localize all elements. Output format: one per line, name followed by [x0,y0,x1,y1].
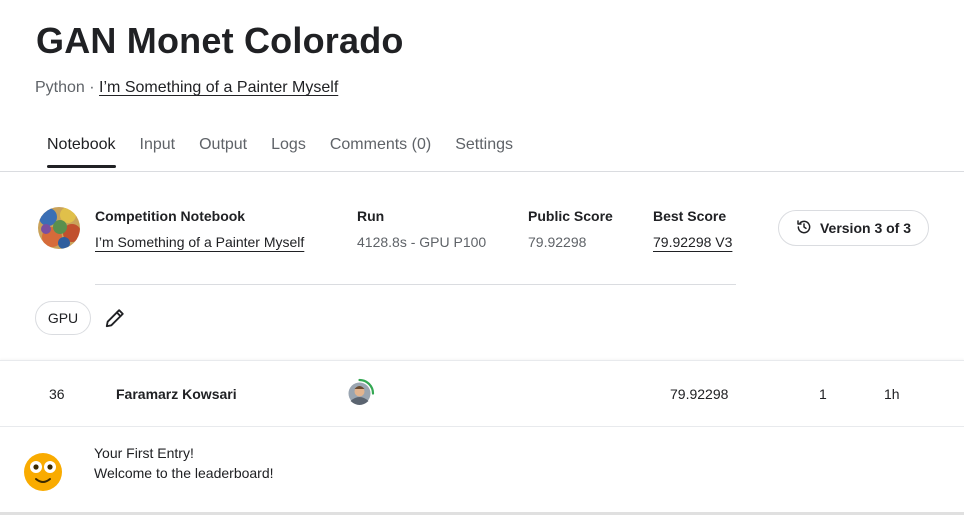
version-label: Version 3 of 3 [819,220,912,236]
competition-label: Competition Notebook [95,208,246,224]
tabs-divider [0,171,964,172]
tab-bar: Notebook Input Output Logs Comments (0) … [35,136,525,168]
subtitle: Python · I’m Something of a Painter Myse… [35,79,338,97]
public-score-value: 79.92298 [528,234,587,250]
leaderboard-entries: 1 [819,386,827,402]
leaderboard-card: 36 Faramarz Kowsari 79.92298 1 1h Your F… [0,360,964,515]
card-bottom-border [0,512,964,515]
info-divider [95,284,736,285]
public-score-label: Public Score [528,208,613,224]
history-icon [796,219,812,238]
competition-avatar[interactable] [38,207,80,249]
first-entry-body: Welcome to the leaderboard! [94,465,274,481]
first-entry-title: Your First Entry! [94,445,194,461]
version-button[interactable]: Version 3 of 3 [778,210,929,246]
leaderboard-score: 79.92298 [670,386,729,402]
avatar[interactable] [344,378,375,409]
leaderboard-last: 1h [884,386,900,402]
pencil-icon[interactable] [104,307,126,329]
competition-info: Competition Notebook I’m Something of a … [95,208,304,250]
tab-input[interactable]: Input [128,136,188,168]
best-score-info: Best Score 79.92298 V3 [653,208,732,250]
tab-comments[interactable]: Comments (0) [318,136,443,168]
best-score-label: Best Score [653,208,727,224]
leaderboard-name[interactable]: Faramarz Kowsari [116,386,237,402]
leaderboard-rank: 36 [49,386,65,402]
smiley-emoji-icon [23,452,63,492]
best-score-link[interactable]: 79.92298 V3 [653,234,732,250]
tab-settings[interactable]: Settings [443,136,525,168]
tab-notebook[interactable]: Notebook [35,136,128,168]
separator: · [89,79,95,96]
public-score-info: Public Score 79.92298 [528,208,613,250]
gpu-chip[interactable]: GPU [35,301,91,335]
run-value: 4128.8s - GPU P100 [357,234,487,250]
run-label: Run [357,208,385,224]
run-info: Run 4128.8s - GPU P100 [357,208,486,250]
language-label: Python [35,79,85,96]
tab-output[interactable]: Output [187,136,259,168]
page-title: GAN Monet Colorado [36,20,404,61]
competition-value-link[interactable]: I’m Something of a Painter Myself [95,234,304,250]
tab-logs[interactable]: Logs [259,136,318,168]
leaderboard-row[interactable]: 36 Faramarz Kowsari 79.92298 1 1h [0,361,964,427]
competition-link[interactable]: I’m Something of a Painter Myself [99,79,338,96]
